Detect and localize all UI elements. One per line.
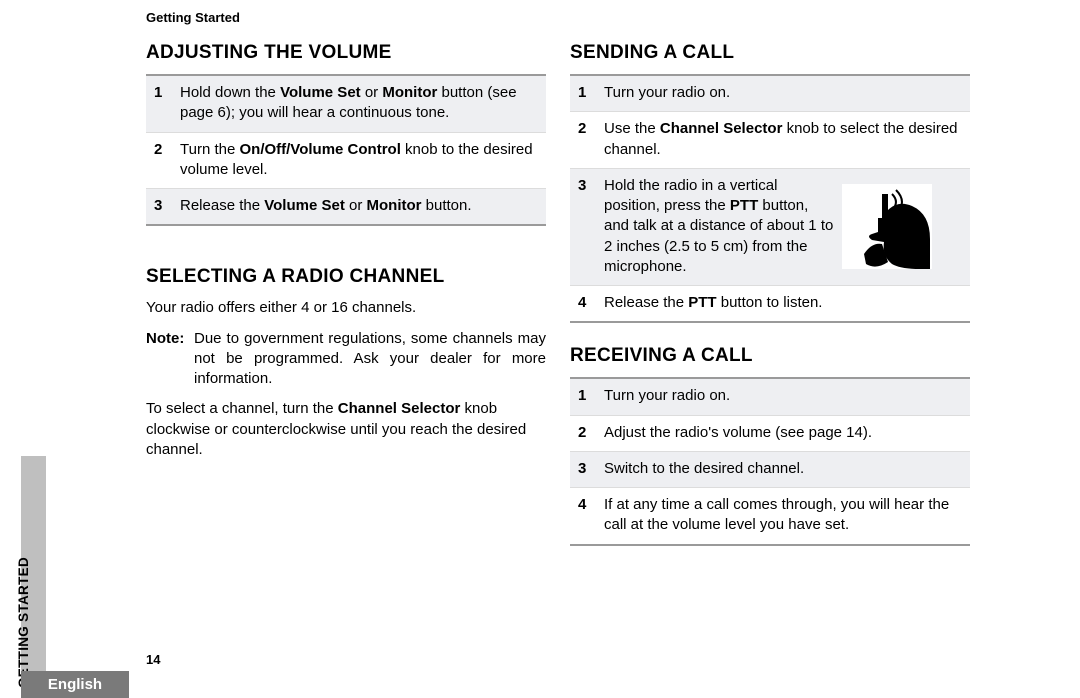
left-column: ADJUSTING THE VOLUME 1 Hold down the Vol… (146, 42, 546, 470)
intro-text: Your radio offers either 4 or 16 channel… (146, 298, 546, 318)
step-number: 2 (154, 140, 180, 160)
step-row: 3 Release the Volume Set or Monitor butt… (146, 188, 546, 224)
step-number: 1 (578, 386, 604, 406)
step-text: Hold down the Volume Set or Monitor butt… (180, 83, 536, 124)
step-text: If at any time a call comes through, you… (604, 495, 960, 536)
step-number: 3 (154, 196, 180, 216)
heading-adjusting-volume: ADJUSTING THE VOLUME (146, 42, 546, 64)
step-text: Adjust the radio's volume (see page 14). (604, 423, 960, 443)
step-number: 2 (578, 423, 604, 443)
step-text: Turn your radio on. (604, 83, 960, 103)
step-row: 1 Turn your radio on. (570, 379, 970, 414)
step-text: Release the PTT button to listen. (604, 293, 960, 313)
step-row: 2 Turn the On/Off/Volume Control knob to… (146, 132, 546, 189)
thumb-index-label: GETTING STARTED (0, 460, 46, 630)
heading-selecting-channel: SELECTING A RADIO CHANNEL (146, 266, 546, 288)
steps-receiving-call: 1 Turn your radio on. 2 Adjust the radio… (570, 377, 970, 545)
right-column: SENDING A CALL 1 Turn your radio on. 2 U… (570, 42, 970, 568)
steps-sending-call: 1 Turn your radio on. 2 Use the Channel … (570, 74, 970, 323)
step-text: Hold the radio in a vertical position, p… (604, 176, 834, 277)
step-text: Turn the On/Off/Volume Control knob to t… (180, 140, 536, 181)
step-number: 2 (578, 119, 604, 139)
step-row: 4 Release the PTT button to listen. (570, 285, 970, 321)
heading-receiving-call: RECEIVING A CALL (570, 345, 970, 367)
step-row: 2 Use the Channel Selector knob to selec… (570, 111, 970, 168)
step-text: Release the Volume Set or Monitor button… (180, 196, 536, 216)
step-number: 1 (154, 83, 180, 103)
step-number: 1 (578, 83, 604, 103)
note-label: Note: (146, 329, 194, 390)
step-row: 2 Adjust the radio's volume (see page 14… (570, 415, 970, 451)
step-number: 3 (578, 459, 604, 479)
thumb-index-text: GETTING STARTED (16, 557, 31, 688)
step-text: Switch to the desired channel. (604, 459, 960, 479)
heading-sending-call: SENDING A CALL (570, 42, 970, 64)
steps-adjusting-volume: 1 Hold down the Volume Set or Monitor bu… (146, 74, 546, 226)
note-paragraph: Note: Due to government regulations, som… (146, 329, 546, 390)
body-paragraph: To select a channel, turn the Channel Se… (146, 399, 546, 460)
step-number: 4 (578, 495, 604, 515)
step-row: 3 Switch to the desired channel. (570, 451, 970, 487)
step-row: 3 Hold the radio in a vertical position,… (570, 168, 970, 285)
step-text: Use the Channel Selector knob to select … (604, 119, 960, 160)
language-tab-label: English (21, 671, 129, 698)
person-radio-icon (842, 184, 932, 269)
step-number: 3 (578, 176, 604, 196)
step-text: Turn your radio on. (604, 386, 960, 406)
page-number: 14 (146, 652, 160, 667)
step-number: 4 (578, 293, 604, 313)
page: GETTING STARTED English Getting Started … (0, 0, 1080, 698)
step-row: 1 Hold down the Volume Set or Monitor bu… (146, 76, 546, 132)
note-text: Due to government regulations, some chan… (194, 329, 546, 390)
running-header: Getting Started (146, 10, 240, 25)
step-row: 4 If at any time a call comes through, y… (570, 487, 970, 544)
step-row: 1 Turn your radio on. (570, 76, 970, 111)
